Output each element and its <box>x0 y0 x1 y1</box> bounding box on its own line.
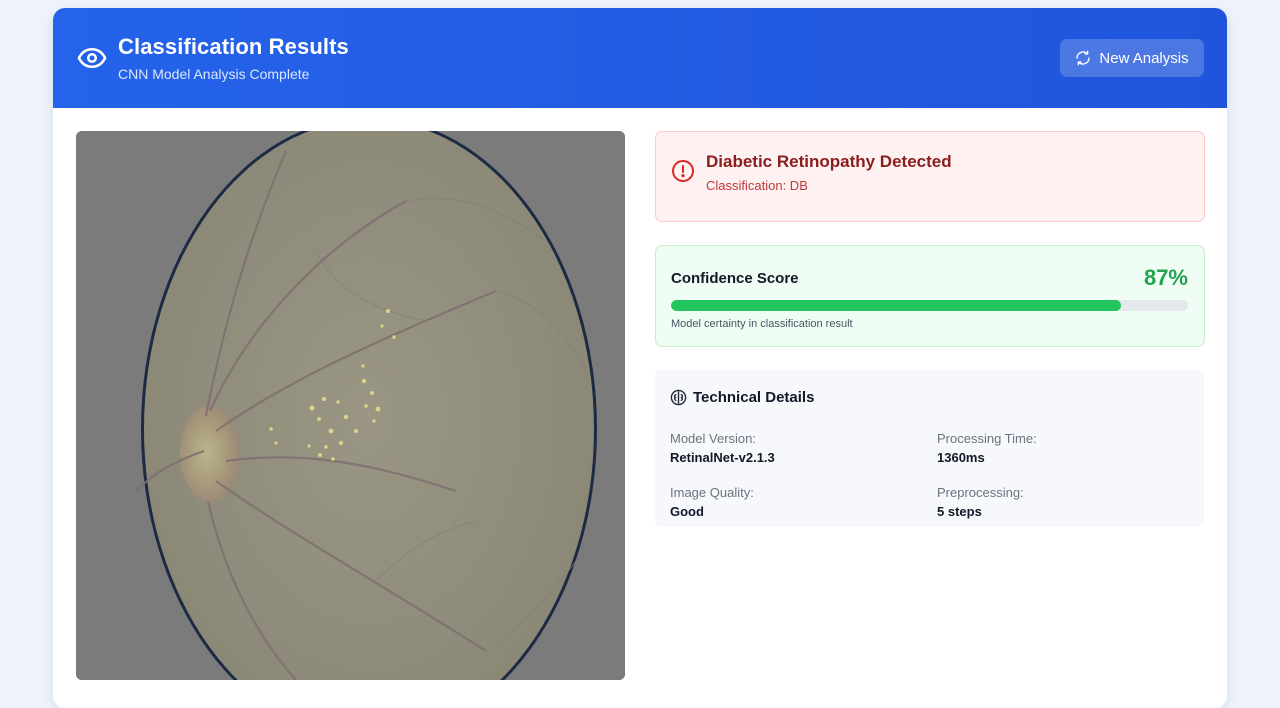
eye-icon <box>77 48 107 68</box>
preprocessing-label: Preprocessing: <box>937 485 1024 500</box>
new-analysis-label: New Analysis <box>1099 49 1189 67</box>
confidence-value: 87% <box>1143 265 1188 290</box>
diagnosis-alert: Diabetic Retinopathy Detected Classifica… <box>655 131 1205 222</box>
confidence-panel: Confidence Score 87% Model certainty in … <box>655 245 1205 347</box>
preprocessing-value: 5 steps <box>937 504 982 519</box>
image-quality-label: Image Quality: <box>670 485 754 500</box>
confidence-bar <box>671 300 1188 311</box>
technical-details-title: Technical Details <box>693 389 815 406</box>
page-title: Classification Results <box>118 34 349 59</box>
technical-details-panel: Technical Details Model Version: Retinal… <box>655 370 1204 527</box>
confidence-note: Model certainty in classification result <box>671 318 853 330</box>
model-version-label: Model Version: <box>670 431 756 446</box>
diagnosis-title: Diabetic Retinopathy Detected <box>706 152 952 171</box>
page-subtitle: CNN Model Analysis Complete <box>118 66 310 82</box>
model-version-value: RetinalNet-v2.1.3 <box>670 450 775 465</box>
processing-time-value: 1360ms <box>937 450 985 465</box>
new-analysis-button[interactable]: New Analysis <box>1060 39 1204 77</box>
classification-label: Classification: DB <box>706 178 808 193</box>
refresh-icon <box>1076 50 1091 66</box>
confidence-label: Confidence Score <box>671 270 799 287</box>
results-header: Classification Results CNN Model Analysi… <box>53 8 1227 108</box>
processing-time-label: Processing Time: <box>937 431 1037 446</box>
retinal-fundus-image <box>76 131 625 680</box>
results-card: Classification Results CNN Model Analysi… <box>53 8 1227 708</box>
confidence-bar-fill <box>671 300 1121 311</box>
image-quality-value: Good <box>670 504 704 519</box>
brain-icon <box>670 389 687 406</box>
alert-circle-icon <box>672 160 694 182</box>
